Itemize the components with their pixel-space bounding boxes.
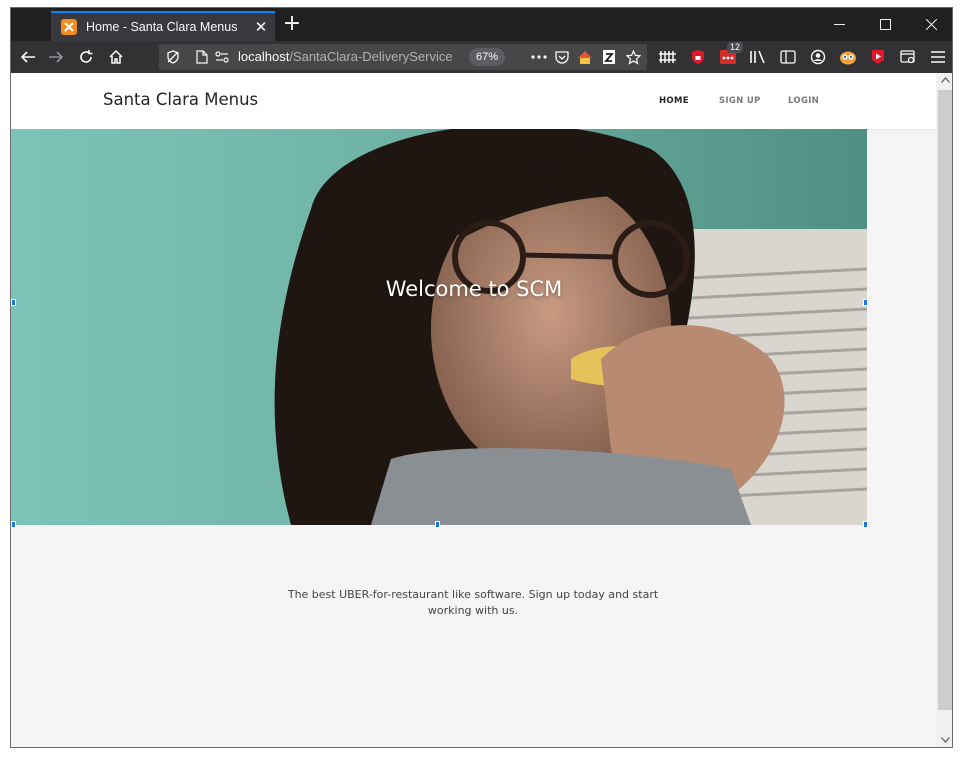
url-bar[interactable]: localhost/SantaClara-DeliveryService 67% [159,44,647,70]
home-icon[interactable] [103,44,129,70]
resize-handle-left[interactable] [11,299,16,306]
owl-addon-icon[interactable] [835,44,861,70]
resize-handle-bottom-right[interactable] [863,521,868,528]
hero-title: Welcome to SCM [385,277,563,301]
close-window-button[interactable] [908,8,952,41]
site-navbar: Santa Clara Menus HOME SIGN UP LOGIN [11,73,936,129]
tracking-protection-icon[interactable] [163,47,183,67]
scroll-down-arrow-icon[interactable] [936,733,952,747]
url-host: localhost [238,49,290,64]
scroll-up-arrow-icon[interactable] [936,73,952,89]
resize-handle-bottom[interactable] [435,521,440,528]
reload-icon[interactable] [73,44,99,70]
title-bar: Home - Santa Clara Menus ✕ + [11,8,952,41]
menu-hamburger-icon[interactable] [925,44,951,70]
page-viewport: Santa Clara Menus HOME SIGN UP LOGIN Wel… [11,73,952,747]
page-actions-icon[interactable] [529,47,549,67]
nav-link-login[interactable]: LOGIN [788,96,819,106]
account-icon[interactable] [805,44,831,70]
browser-tab-active[interactable]: Home - Santa Clara Menus ✕ [51,11,275,41]
clipboard-addon-icon[interactable] [599,47,619,67]
nav-link-signup[interactable]: SIGN UP [719,96,761,106]
sidebar-toggle-icon[interactable] [775,44,801,70]
site-brand-link[interactable]: Santa Clara Menus [103,90,258,109]
forward-arrow-icon[interactable] [43,44,69,70]
maximize-button[interactable] [862,8,908,41]
pocket-icon[interactable] [552,47,572,67]
back-arrow-icon[interactable] [15,44,41,70]
xampp-favicon-icon [61,19,77,35]
resize-handle-right[interactable] [863,299,868,306]
zoom-level-badge[interactable]: 67% [469,48,506,66]
navigation-toolbar: localhost/SantaClara-DeliveryService 67% [11,41,952,73]
resize-handle-bottom-left[interactable] [11,521,16,528]
homepage-addon-icon[interactable] [575,47,595,67]
vertical-scrollbar[interactable] [936,73,952,747]
addon-badge-count: 12 [727,42,744,53]
url-path: /SantaClara-DeliveryService [289,49,453,64]
url-text[interactable]: localhost/SantaClara-DeliveryService [238,49,460,64]
minimize-button[interactable] [816,8,862,41]
ublock-shield-icon[interactable] [685,44,711,70]
tab-title: Home - Santa Clara Menus [86,20,238,34]
tab-close-icon[interactable]: ✕ [253,19,269,35]
new-tab-button[interactable]: + [279,12,305,38]
library-icon[interactable] [745,44,771,70]
page-info-icon[interactable] [192,47,212,67]
fence-addon-icon[interactable] [655,44,681,70]
bookmark-star-icon[interactable] [623,47,643,67]
scrollbar-thumb[interactable] [938,90,952,710]
browser-window: Home - Santa Clara Menus ✕ + localhost/S… [10,7,953,748]
permissions-icon[interactable] [212,47,232,67]
youtube-addon-icon[interactable] [865,44,891,70]
nav-link-home[interactable]: HOME [659,96,689,106]
screenshot-addon-icon[interactable] [895,44,921,70]
site-tagline: The best UBER-for-restaurant like softwa… [287,588,659,617]
hero-title-container: Welcome to SCM [11,129,937,525]
